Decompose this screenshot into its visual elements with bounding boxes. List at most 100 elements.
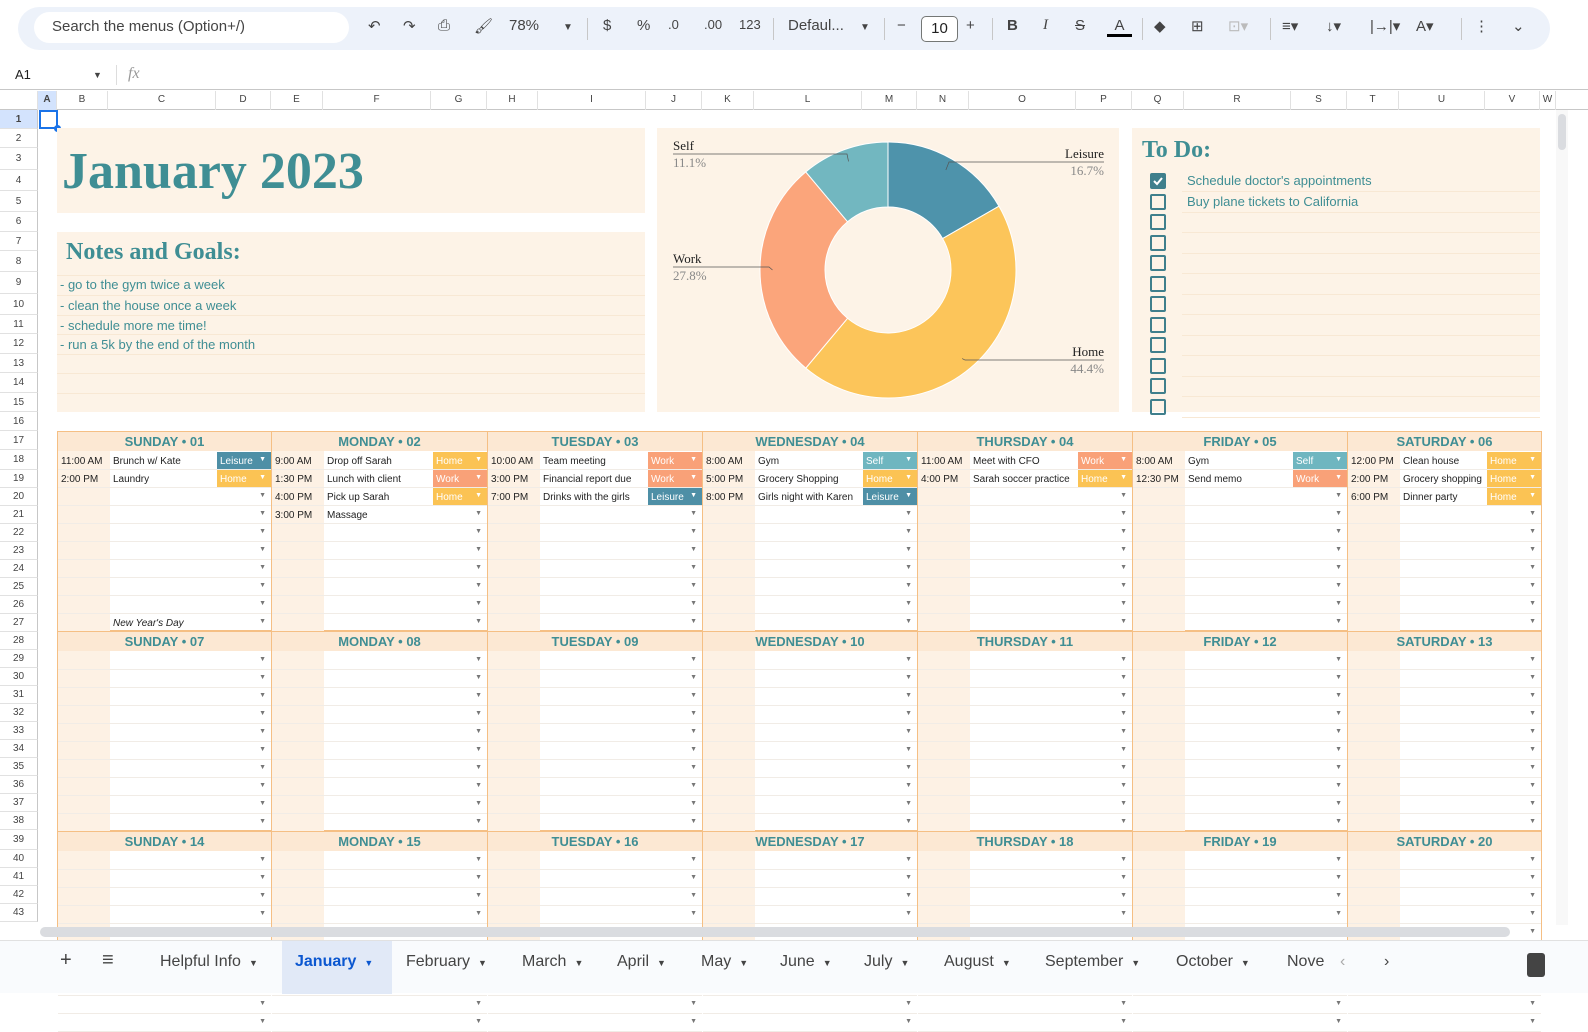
row-header-16[interactable]: 16 — [0, 412, 38, 431]
chevron-down-icon[interactable]: ▼ — [259, 782, 266, 789]
category-dropdown[interactable]: ▼ — [648, 542, 702, 559]
category-dropdown[interactable]: ▼ — [1487, 542, 1541, 559]
chevron-down-icon[interactable]: ▼ — [905, 728, 912, 735]
chevron-down-icon[interactable]: ▼ — [1120, 856, 1127, 863]
chevron-down-icon[interactable]: ▼ — [690, 1000, 697, 1007]
event-title[interactable]: Sarah soccer practice — [973, 474, 1070, 485]
event-row[interactable]: ▼ — [703, 814, 917, 832]
event-row[interactable]: ▼ — [918, 542, 1132, 560]
event-row[interactable]: ▼ — [1348, 814, 1541, 832]
chevron-down-icon[interactable]: ▼ — [690, 564, 697, 571]
chevron-down-icon[interactable]: ▼ — [1529, 474, 1536, 481]
event-row[interactable]: ▼ — [272, 652, 487, 670]
event-row[interactable]: ▼ — [918, 688, 1132, 706]
event-row[interactable]: ▼ — [272, 578, 487, 596]
event-row[interactable]: ▼ — [1348, 870, 1541, 888]
chevron-down-icon[interactable]: ▼ — [690, 474, 697, 481]
category-dropdown[interactable]: ▼ — [1078, 760, 1132, 777]
category-dropdown[interactable]: Home ▼ — [1078, 470, 1132, 487]
chevron-down-icon[interactable]: ▼ — [905, 782, 912, 789]
chevron-down-icon[interactable]: ▼ — [563, 22, 573, 33]
event-row[interactable]: ▼ — [1348, 578, 1541, 596]
italic-button[interactable]: I — [1043, 17, 1048, 34]
chevron-down-icon[interactable]: ▼ — [1335, 600, 1342, 607]
chevron-down-icon[interactable]: ▼ — [690, 582, 697, 589]
row-header-20[interactable]: 20 — [0, 488, 38, 506]
event-row[interactable]: ▼ — [272, 542, 487, 560]
category-dropdown[interactable]: ▼ — [1487, 888, 1541, 905]
column-header-R[interactable]: R — [1184, 91, 1291, 110]
chevron-down-icon[interactable]: ▼ — [690, 618, 697, 625]
event-row[interactable]: ▼ — [272, 996, 487, 1014]
event-row[interactable]: ▼ — [488, 814, 702, 832]
event-row[interactable]: ▼ — [1133, 542, 1347, 560]
category-dropdown[interactable]: ▼ — [1487, 742, 1541, 759]
zoom-select[interactable]: 78% — [509, 17, 539, 34]
event-row[interactable]: ▼ — [703, 724, 917, 742]
event-row[interactable]: ▼ — [272, 560, 487, 578]
event-title[interactable]: Brunch w/ Kate — [113, 456, 181, 467]
category-dropdown[interactable]: ▼ — [1293, 670, 1347, 687]
chevron-down-icon[interactable]: ▼ — [475, 528, 482, 535]
event-row[interactable]: ▼ — [918, 670, 1132, 688]
chevron-down-icon[interactable]: ▼ — [690, 528, 697, 535]
chevron-down-icon[interactable]: ▼ — [475, 856, 482, 863]
chevron-down-icon[interactable]: ▼ — [905, 892, 912, 899]
event-title[interactable]: Team meeting — [543, 456, 606, 467]
event-row[interactable]: ▼ — [1348, 706, 1541, 724]
event-row[interactable]: ▼ — [58, 778, 271, 796]
event-row[interactable]: ▼ — [918, 488, 1132, 506]
event-row[interactable]: ▼ — [918, 906, 1132, 924]
event-row[interactable]: ▼ — [1133, 596, 1347, 614]
chevron-down-icon[interactable]: ▼ — [1241, 958, 1250, 968]
bold-button[interactable]: B — [1007, 17, 1018, 34]
event-row[interactable]: Home ▼ 2:00 PM Laundry — [58, 470, 271, 488]
event-row[interactable]: Self ▼ 8:00 AM Gym — [1133, 452, 1347, 470]
checkbox[interactable] — [1150, 193, 1166, 210]
event-row[interactable]: ▼ — [272, 870, 487, 888]
event-row[interactable]: ▼ — [58, 852, 271, 870]
category-dropdown[interactable]: Home ▼ — [433, 452, 487, 469]
row-header-43[interactable]: 43 — [0, 904, 38, 922]
event-row[interactable]: ▼ — [272, 524, 487, 542]
event-row[interactable]: ▼ — [488, 996, 702, 1014]
column-header-L[interactable]: L — [754, 91, 862, 110]
chevron-down-icon[interactable]: ▼ — [1529, 710, 1536, 717]
event-row[interactable]: ▼ — [488, 906, 702, 924]
category-dropdown[interactable]: ▼ — [433, 506, 487, 523]
column-header-U[interactable]: U — [1399, 91, 1485, 110]
event-row[interactable]: ▼ — [272, 742, 487, 760]
chevron-down-icon[interactable]: ▼ — [1335, 856, 1342, 863]
event-row[interactable]: ▼ — [1348, 724, 1541, 742]
category-dropdown[interactable]: ▼ — [1078, 688, 1132, 705]
category-dropdown[interactable]: ▼ — [1293, 614, 1347, 631]
event-row[interactable]: ▼ New Year's Day — [58, 614, 271, 632]
row-header-24[interactable]: 24 — [0, 560, 38, 578]
category-dropdown[interactable]: ▼ — [217, 670, 271, 687]
chevron-down-icon[interactable]: ▼ — [657, 958, 666, 968]
chevron-down-icon[interactable]: ▼ — [1120, 764, 1127, 771]
event-row[interactable]: ▼ — [1348, 596, 1541, 614]
category-dropdown[interactable]: ▼ — [863, 578, 917, 595]
event-row[interactable]: ▼ — [58, 560, 271, 578]
row-header-19[interactable]: 19 — [0, 470, 38, 488]
chevron-down-icon[interactable]: ▼ — [259, 528, 266, 535]
chevron-down-icon[interactable]: ▼ — [259, 600, 266, 607]
category-dropdown[interactable]: ▼ — [648, 906, 702, 923]
event-title[interactable]: Laundry — [113, 474, 149, 485]
event-row[interactable]: ▼ — [58, 706, 271, 724]
category-dropdown[interactable]: ▼ — [433, 706, 487, 723]
chevron-down-icon[interactable]: ▼ — [1120, 474, 1127, 481]
chevron-down-icon[interactable]: ▼ — [905, 674, 912, 681]
chevron-down-icon[interactable]: ▼ — [1529, 528, 1536, 535]
row-header-34[interactable]: 34 — [0, 740, 38, 758]
category-dropdown[interactable]: ▼ — [648, 724, 702, 741]
event-row[interactable]: ▼ — [1348, 560, 1541, 578]
chevron-down-icon[interactable]: ▼ — [475, 910, 482, 917]
event-row[interactable]: ▼ — [1133, 578, 1347, 596]
event-row[interactable]: ▼ — [918, 560, 1132, 578]
column-header-F[interactable]: F — [323, 91, 431, 110]
category-dropdown[interactable]: ▼ — [1293, 652, 1347, 669]
event-title[interactable]: Drop off Sarah — [327, 456, 392, 467]
category-dropdown[interactable]: ▼ — [1293, 742, 1347, 759]
